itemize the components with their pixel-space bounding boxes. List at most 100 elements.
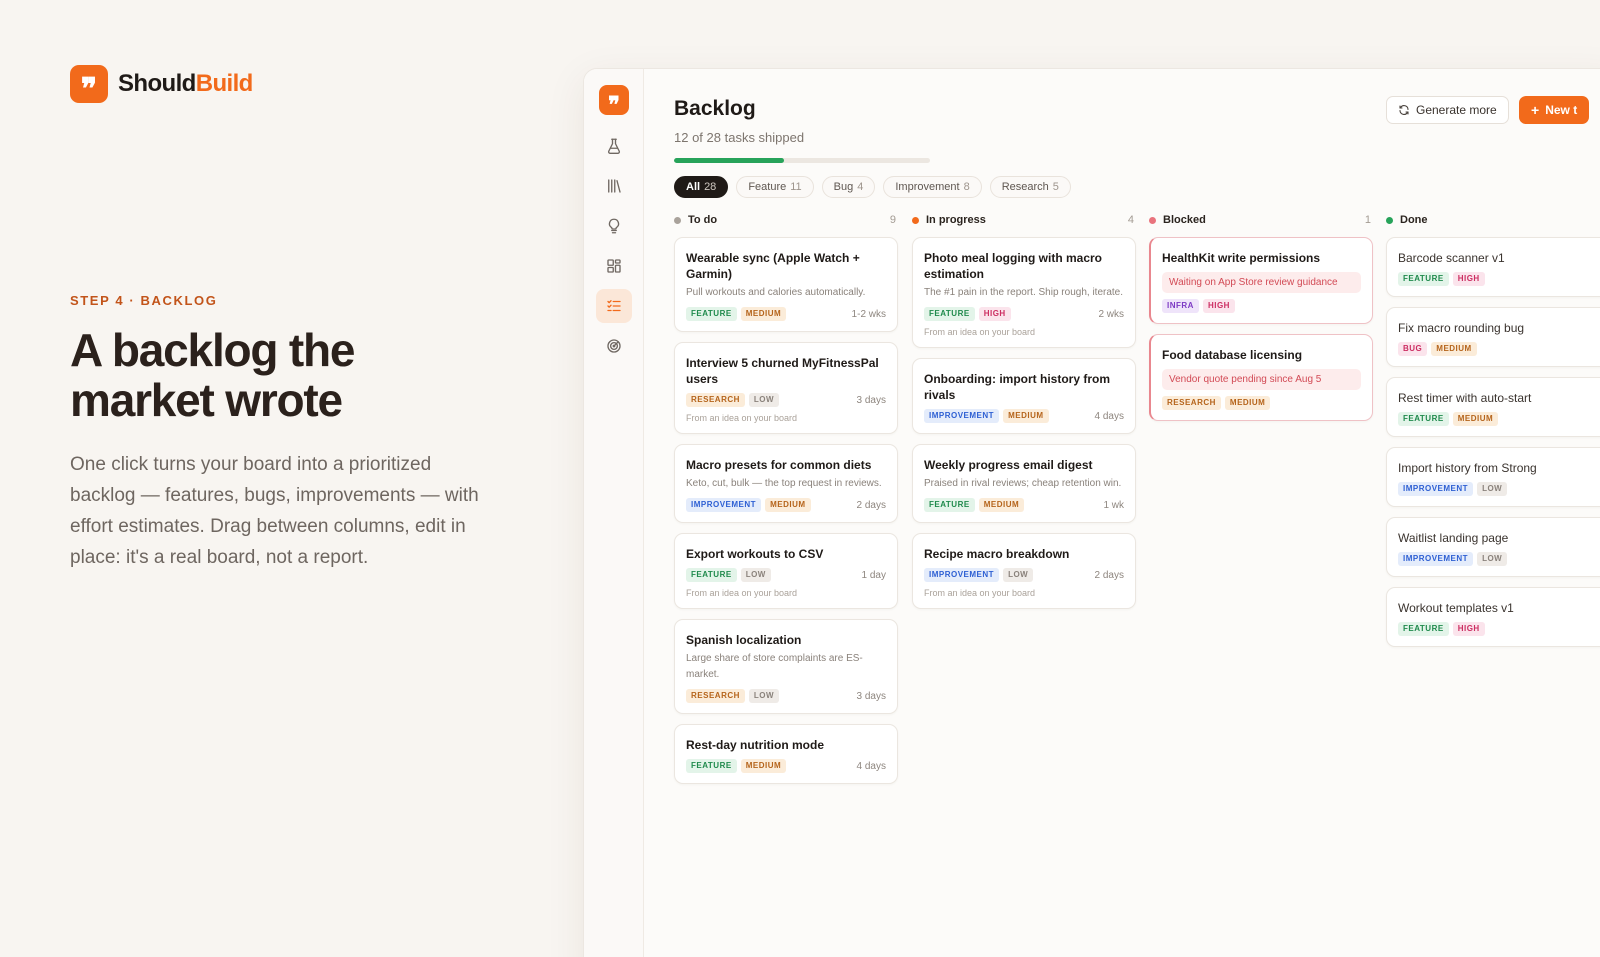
filter-chip-research[interactable]: Research 5 (989, 176, 1071, 198)
filter-chip-count: 4 (857, 181, 864, 193)
task-title: Import history from Strong (1398, 461, 1537, 475)
shipped-progress-bar (674, 158, 930, 163)
tag-badge-feature: FEATURE (1398, 412, 1449, 426)
task-card[interactable]: Macro presets for common diets Keto, cut,… (674, 444, 898, 523)
new-task-label: New t (1545, 103, 1578, 117)
filter-chip-all[interactable]: All 28 (674, 176, 729, 198)
task-card[interactable]: HealthKit write permissions Waiting on Ap… (1149, 237, 1373, 324)
task-title: Fix macro rounding bug (1398, 321, 1525, 335)
tag-badge-medium: MEDIUM (740, 759, 787, 773)
column-header: In progress 4 (912, 212, 1136, 228)
rail-experiments[interactable] (596, 129, 632, 163)
new-task-button[interactable]: + New t (1519, 96, 1590, 124)
filter-chip-label: Feature (748, 181, 787, 193)
app-window: ❞ Backlog 12 of 28 tasks shipped Generat… (583, 68, 1600, 957)
task-title: Recipe macro breakdown (924, 547, 1070, 561)
tag-badge-feature: FEATURE (686, 759, 737, 773)
column-blocked: Blocked 1 HealthKit write permissions Waiti… (1149, 212, 1373, 431)
task-card[interactable]: Wearable sync (Apple Watch + Garmin) Pull… (674, 237, 898, 332)
shipped-summary: 12 of 28 tasks shipped (674, 130, 805, 145)
task-card[interactable]: Onboarding: import history from rivals IM… (912, 358, 1136, 434)
type-filters: All 28 Feature 11 Bug 4 Improvement 8 Research 5 (674, 176, 1071, 198)
task-meta: IMPROVEMENT LOW (1398, 552, 1598, 566)
task-meta: INFRA HIGH (1162, 299, 1361, 313)
effort-estimate: 2 wks (1098, 308, 1124, 320)
task-card[interactable]: Export workouts to CSV FEATURE LOW 1 day Fro… (674, 533, 898, 609)
tag-badge-low: LOW (1477, 482, 1508, 496)
rail-backlog[interactable] (596, 289, 632, 323)
column-name: Done (1400, 214, 1428, 226)
task-card[interactable]: Interview 5 churned MyFitnessPal users RE… (674, 342, 898, 434)
generate-more-button[interactable]: Generate more (1386, 96, 1509, 124)
task-card[interactable]: Import history from Strong IMPROVEMENT LOW (1386, 447, 1600, 507)
effort-estimate: 4 days (856, 760, 886, 772)
brand[interactable]: ❞ ShouldBuild (70, 65, 253, 105)
column-header: To do 9 (674, 212, 898, 228)
filter-chip-label: All (686, 181, 701, 193)
column-done: Done Barcode scanner v1 FEATURE HIGH Fix mac… (1386, 212, 1600, 657)
effort-estimate: 2 days (1094, 569, 1124, 581)
rail-ideas[interactable] (596, 209, 632, 243)
tag-badge-low: LOW (748, 689, 780, 703)
tag-badge-feature: FEATURE (1398, 272, 1449, 286)
rail-radar[interactable] (596, 329, 632, 363)
tag-badge-low: LOW (1003, 568, 1034, 582)
task-meta: FEATURE HIGH 2 wks (924, 307, 1124, 321)
filter-chip-feature[interactable]: Feature 11 (736, 176, 814, 198)
task-card[interactable]: Recipe macro breakdown IMPROVEMENT LOW 2 da… (912, 533, 1136, 609)
rail-board[interactable] (596, 249, 632, 283)
tag-badge-high: HIGH (1452, 622, 1485, 636)
lead-paragraph: One click turns your board into a priori… (70, 454, 479, 568)
task-card[interactable]: Waitlist landing page IMPROVEMENT LOW (1386, 517, 1600, 577)
column-todo: To do 9 Wearable sync (Apple Watch + Garmi… (674, 212, 898, 794)
checklist-icon (607, 300, 621, 312)
column-name: In progress (926, 214, 986, 226)
task-card[interactable]: Weekly progress email digest Praised in r… (912, 444, 1136, 523)
task-card[interactable]: Barcode scanner v1 FEATURE HIGH (1386, 237, 1600, 297)
rail-library[interactable] (596, 169, 632, 203)
brand-name-main: Should (118, 70, 196, 97)
effort-estimate: 1 wk (1103, 499, 1124, 511)
task-meta: FEATURE LOW 1 day (686, 568, 886, 582)
filter-chip-count: 11 (790, 181, 802, 193)
task-title: Waitlist landing page (1398, 531, 1509, 545)
task-card[interactable]: Rest-day nutrition mode FEATURE MEDIUM 4 da… (674, 724, 898, 784)
filter-chip-label: Bug (833, 181, 854, 193)
task-card[interactable]: Workout templates v1 FEATURE HIGH (1386, 587, 1600, 647)
rail-logo-icon[interactable]: ❞ (599, 85, 629, 116)
tag-badge-feature: FEATURE (686, 568, 737, 582)
task-title: HealthKit write permissions (1162, 251, 1321, 265)
filter-chip-bug[interactable]: Bug 4 (821, 176, 876, 198)
task-card[interactable]: Fix macro rounding bug BUG MEDIUM (1386, 307, 1600, 367)
task-title: Rest timer with auto-start (1398, 391, 1532, 405)
task-title: Spanish localization (686, 633, 802, 647)
column-status-dot (912, 216, 919, 224)
filter-chip-improvement[interactable]: Improvement 8 (883, 176, 982, 198)
task-card[interactable]: Spanish localization Large share of store… (674, 619, 898, 714)
task-title: Food database licensing (1162, 348, 1303, 362)
task-card[interactable]: Photo meal logging with macro estimation… (912, 237, 1136, 348)
task-source: From an idea on your board (924, 327, 1036, 337)
task-title: Macro presets for common diets (686, 458, 872, 472)
tag-badge-high: HIGH (978, 307, 1011, 321)
column-header: Blocked 1 (1149, 212, 1373, 228)
task-description: The #1 pain in the report. Ship rough, i… (924, 287, 1124, 298)
refresh-icon (1399, 105, 1409, 115)
task-title: Onboarding: import history from rivals (924, 372, 1110, 402)
tag-badge-low: LOW (740, 568, 771, 582)
tag-badge-bug: BUG (1398, 342, 1428, 356)
effort-estimate: 1-2 wks (851, 308, 886, 320)
task-card[interactable]: Rest timer with auto-start FEATURE MEDIUM (1386, 377, 1600, 437)
task-card[interactable]: Food database licensing Vendor quote pend… (1149, 334, 1373, 421)
column-inprogress: In progress 4 Photo meal logging with macr… (912, 212, 1136, 619)
tag-badge-high: HIGH (1202, 299, 1235, 313)
effort-estimate: 4 days (1094, 410, 1124, 422)
step-label: STEP 4 · BACKLOG (70, 293, 218, 308)
task-meta: FEATURE MEDIUM (1398, 412, 1598, 426)
filter-chip-count: 5 (1052, 181, 1059, 193)
library-icon (608, 179, 621, 193)
task-description: Pull workouts and calories automatically… (686, 287, 866, 298)
blocked-reason: Vendor quote pending since Aug 5 (1162, 369, 1361, 390)
column-count: 4 (1127, 214, 1134, 226)
tag-badge-medium: MEDIUM (1452, 412, 1499, 426)
